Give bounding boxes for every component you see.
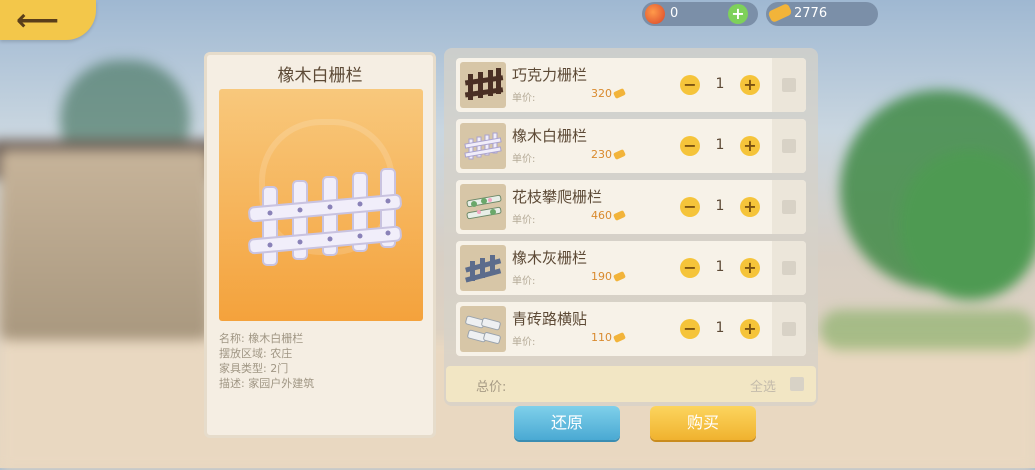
detail-label: 名称:: [219, 332, 245, 345]
detail-value: 农庄: [270, 347, 293, 360]
detail-label: 家具类型:: [219, 362, 267, 375]
select-cell[interactable]: [772, 302, 806, 356]
detail-row: 名称: 橡木白栅栏: [219, 331, 314, 346]
increase-quantity-button[interactable]: +: [740, 75, 760, 95]
select-cell[interactable]: [772, 119, 806, 173]
price-value: 460: [591, 209, 612, 222]
item-detail-panel: 橡木白栅栏 名称: 橡木白栅栏 摆放区域: 农庄 家具类型: 2门 描述: 家园…: [204, 52, 436, 438]
select-cell[interactable]: [772, 180, 806, 234]
increase-quantity-button[interactable]: +: [740, 258, 760, 278]
back-arrow-icon: ⟵: [16, 3, 60, 38]
total-bar: 总价: 全选: [446, 366, 816, 402]
coin-balance: 0 +: [642, 2, 758, 26]
gold-bar-icon: [613, 88, 626, 99]
price-value: 320: [591, 87, 612, 100]
item-preview: [219, 89, 423, 321]
increase-quantity-button[interactable]: +: [740, 197, 760, 217]
coin-value: 0: [670, 6, 679, 21]
cart-item[interactable]: 橡木灰栅栏 单价: 190 − 1 +: [456, 241, 806, 295]
select-checkbox[interactable]: [782, 200, 796, 214]
blue-brick-path-icon: [460, 306, 506, 352]
quantity-value: 1: [715, 320, 725, 336]
detail-label: 摆放区域:: [219, 347, 267, 360]
select-all-checkbox[interactable]: [790, 377, 804, 391]
price-value: 110: [591, 331, 612, 344]
background-house: [0, 150, 210, 340]
price-label: 单价:: [512, 337, 536, 348]
add-coins-button[interactable]: +: [728, 4, 748, 24]
decrease-quantity-button[interactable]: −: [680, 75, 700, 95]
select-cell[interactable]: [772, 241, 806, 295]
back-button[interactable]: ⟵: [0, 0, 96, 40]
cart-item[interactable]: 橡木白栅栏 单价: 230 − 1 +: [456, 119, 806, 173]
detail-label: 描述:: [219, 377, 245, 390]
gray-oak-fence-icon: [460, 245, 506, 291]
decrease-quantity-button[interactable]: −: [680, 197, 700, 217]
select-checkbox[interactable]: [782, 139, 796, 153]
gold-balance: 2776: [766, 2, 878, 26]
quantity-value: 1: [715, 137, 725, 153]
restore-button[interactable]: 还原: [514, 406, 620, 440]
price-label: 单价:: [512, 154, 536, 165]
gold-bar-icon: [767, 2, 793, 24]
gold-bar-icon: [613, 271, 626, 282]
gold-value: 2776: [794, 6, 828, 21]
select-cell[interactable]: [772, 58, 806, 112]
gold-bar-icon: [613, 332, 626, 343]
background-grass: [820, 310, 1035, 350]
detail-value: 家园户外建筑: [248, 377, 315, 390]
flower-vine-fence-icon: [460, 184, 506, 230]
total-price-label: 总价:: [476, 380, 507, 395]
detail-row: 摆放区域: 农庄: [219, 346, 314, 361]
cart-item[interactable]: 巧克力栅栏 单价: 320 − 1 +: [456, 58, 806, 112]
gold-bar-icon: [613, 149, 626, 160]
cart-list-panel: 巧克力栅栏 单价: 320 − 1 + 橡木白栅栏 单价: 230 − 1 + …: [444, 48, 818, 406]
item-name: 橡木白栅栏: [512, 127, 588, 145]
decrease-quantity-button[interactable]: −: [680, 319, 700, 339]
price-label: 单价:: [512, 215, 536, 226]
select-checkbox[interactable]: [782, 261, 796, 275]
detail-value: 橡木白栅栏: [248, 332, 304, 345]
item-detail-title: 橡木白栅栏: [277, 66, 363, 86]
item-name: 青砖路横贴: [512, 310, 588, 328]
increase-quantity-button[interactable]: +: [740, 136, 760, 156]
price-label: 单价:: [512, 276, 536, 287]
select-checkbox[interactable]: [782, 78, 796, 92]
quantity-value: 1: [715, 259, 725, 275]
gold-bar-icon: [613, 210, 626, 221]
detail-row: 描述: 家园户外建筑: [219, 376, 314, 391]
decrease-quantity-button[interactable]: −: [680, 258, 700, 278]
select-all-label[interactable]: 全选: [750, 376, 776, 395]
price-label: 单价:: [512, 93, 536, 104]
item-name: 巧克力栅栏: [512, 66, 588, 84]
background-tree: [900, 150, 1035, 300]
price-value: 230: [591, 148, 612, 161]
white-fence-preview-icon: [248, 168, 402, 266]
coin-icon: [645, 4, 665, 24]
item-detail-list: 名称: 橡木白栅栏 摆放区域: 农庄 家具类型: 2门 描述: 家园户外建筑: [219, 331, 314, 391]
detail-value: 2门: [270, 362, 289, 375]
cart-item[interactable]: 花枝攀爬栅栏 单价: 460 − 1 +: [456, 180, 806, 234]
quantity-value: 1: [715, 198, 725, 214]
select-checkbox[interactable]: [782, 322, 796, 336]
buy-button[interactable]: 购买: [650, 406, 756, 440]
item-name: 花枝攀爬栅栏: [512, 188, 603, 206]
price-value: 190: [591, 270, 612, 283]
item-name: 橡木灰栅栏: [512, 249, 588, 267]
detail-row: 家具类型: 2门: [219, 361, 314, 376]
cart-item[interactable]: 青砖路横贴 单价: 110 − 1 +: [456, 302, 806, 356]
white-oak-fence-icon: [460, 123, 506, 169]
decrease-quantity-button[interactable]: −: [680, 136, 700, 156]
quantity-value: 1: [715, 76, 725, 92]
chocolate-fence-icon: [460, 62, 506, 108]
increase-quantity-button[interactable]: +: [740, 319, 760, 339]
